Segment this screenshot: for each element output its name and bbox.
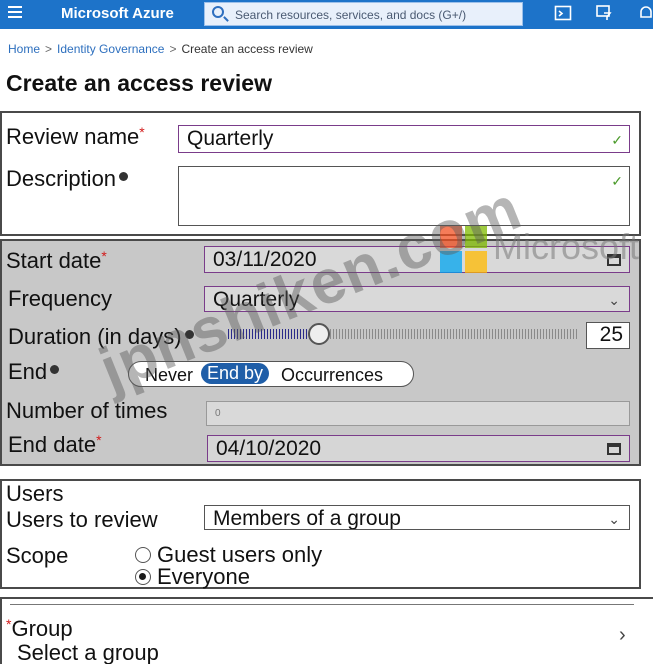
start-date-label: Start date* bbox=[6, 248, 107, 273]
search-placeholder: Search resources, services, and docs (G+… bbox=[235, 8, 467, 22]
frequency-label: Frequency bbox=[8, 286, 112, 311]
users-to-review-label: Users to review bbox=[6, 507, 158, 532]
end-date-value: 04/10/2020 bbox=[216, 437, 322, 460]
scope-label: Scope bbox=[6, 543, 69, 568]
group-label: *Group bbox=[6, 616, 73, 641]
users-to-review-dropdown[interactable]: Members of a group ⌄ bbox=[204, 505, 630, 530]
chevron-right-icon: > bbox=[169, 42, 177, 56]
required-marker: * bbox=[139, 124, 145, 140]
number-of-times-input[interactable]: 0 bbox=[206, 401, 630, 426]
breadcrumb-home[interactable]: Home bbox=[8, 42, 40, 56]
users-to-review-value: Members of a group bbox=[213, 507, 401, 530]
azure-top-bar: Microsoft Azure Search resources, servic… bbox=[0, 0, 653, 29]
scope-guest-radio[interactable] bbox=[135, 547, 151, 563]
end-option-occurrences[interactable]: Occurrences bbox=[281, 365, 383, 386]
search-icon bbox=[212, 6, 224, 18]
breadcrumb-identity-governance[interactable]: Identity Governance bbox=[57, 42, 164, 56]
cloud-shell-icon[interactable] bbox=[553, 4, 573, 24]
info-icon[interactable] bbox=[119, 172, 129, 181]
group-select-link[interactable]: Select a group bbox=[17, 640, 159, 664]
description-label: Description bbox=[6, 166, 129, 192]
breadcrumb: Home > Identity Governance > Create an acces… bbox=[8, 42, 313, 56]
end-label: End bbox=[8, 359, 60, 385]
scope-everyone-label[interactable]: Everyone bbox=[157, 564, 250, 590]
scope-everyone-radio[interactable] bbox=[135, 569, 151, 585]
review-name-input[interactable]: Quarterly ✓ bbox=[178, 125, 630, 153]
breadcrumb-current: Create an access review bbox=[181, 42, 313, 56]
checkmark-icon: ✓ bbox=[611, 173, 623, 189]
users-section bbox=[0, 479, 641, 589]
search-box[interactable]: Search resources, services, and docs (G+… bbox=[204, 2, 523, 26]
duration-value-box[interactable]: 25 bbox=[586, 322, 630, 349]
directory-filter-icon[interactable] bbox=[594, 4, 614, 24]
review-name-label: Review name* bbox=[6, 124, 145, 149]
users-section-label: Users bbox=[6, 481, 64, 506]
chevron-right-icon: > bbox=[45, 42, 53, 56]
chevron-down-icon: ⌄ bbox=[608, 511, 620, 527]
calendar-icon[interactable] bbox=[607, 443, 621, 455]
brand-title[interactable]: Microsoft Azure bbox=[61, 5, 174, 22]
required-marker: * bbox=[96, 432, 102, 448]
menu-icon[interactable] bbox=[8, 6, 22, 20]
checkmark-icon: ✓ bbox=[611, 132, 623, 148]
divider bbox=[10, 604, 634, 605]
notifications-icon[interactable] bbox=[636, 4, 653, 24]
info-icon[interactable] bbox=[50, 365, 60, 374]
chevron-down-icon: ⌄ bbox=[608, 292, 620, 308]
end-date-label: End date* bbox=[8, 432, 102, 457]
number-of-times-label: Number of times bbox=[6, 398, 168, 423]
review-name-value: Quarterly bbox=[187, 127, 274, 150]
end-date-input[interactable]: 04/10/2020 bbox=[207, 435, 630, 462]
chevron-right-icon[interactable]: › bbox=[619, 624, 626, 647]
required-marker: * bbox=[101, 248, 107, 264]
page-title: Create an access review bbox=[6, 70, 272, 96]
